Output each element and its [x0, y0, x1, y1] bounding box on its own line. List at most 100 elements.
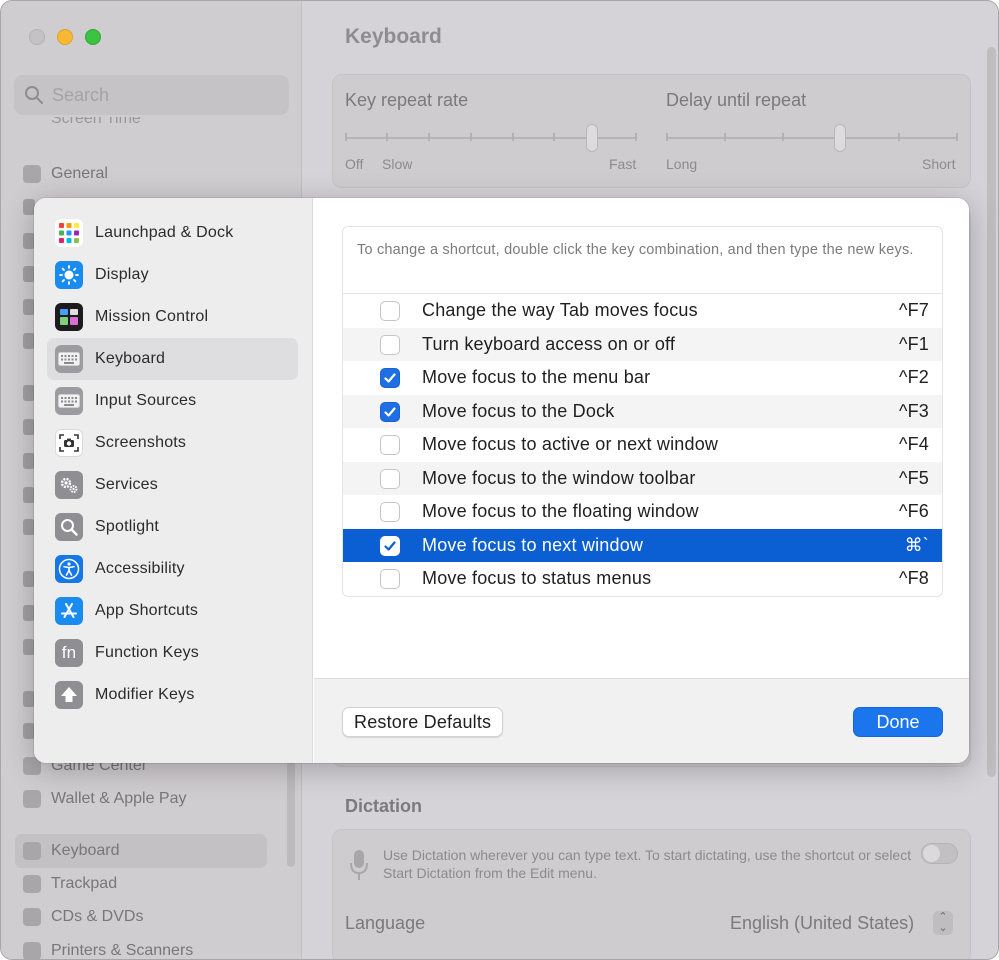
shortcut-checkbox[interactable]: [380, 536, 400, 556]
input-sources-icon: [55, 387, 83, 415]
shortcut-label: Turn keyboard access on or off: [422, 334, 675, 355]
shortcut-checkbox[interactable]: [380, 502, 400, 522]
shortcuts-item-modifier-keys[interactable]: Modifier Keys: [47, 674, 298, 716]
key-repeat-max-label: Fast: [609, 156, 636, 172]
shortcut-key-combination[interactable]: ^F1: [899, 334, 929, 355]
shortcut-label: Move focus to the Dock: [422, 401, 615, 422]
shortcut-row[interactable]: Turn keyboard access on or off ^F1: [343, 328, 943, 362]
shortcut-row[interactable]: Move focus to the window toolbar ^F5: [343, 462, 943, 496]
function-keys-icon: fn: [55, 639, 83, 667]
shortcuts-item-label: Modifier Keys: [95, 686, 195, 704]
shortcuts-table: To change a shortcut, double click the k…: [342, 226, 943, 597]
shortcut-key-combination[interactable]: ^F7: [899, 300, 929, 321]
app-shortcuts-icon: [55, 597, 83, 625]
sidebar-item-cds-dvds[interactable]: CDs & DVDs: [23, 902, 143, 932]
dictation-toggle[interactable]: [921, 843, 958, 864]
shortcut-checkbox[interactable]: [380, 368, 400, 388]
shortcut-row[interactable]: Change the way Tab moves focus ^F7: [343, 294, 943, 328]
shortcut-row[interactable]: Move focus to the Dock ^F3: [343, 395, 943, 429]
modifier-keys-icon: [55, 681, 83, 709]
language-value[interactable]: English (United States): [730, 913, 914, 934]
repeat-settings-card: Key repeat rate Delay until repeat Off S…: [332, 74, 971, 188]
zoom-window-button[interactable]: [85, 29, 101, 45]
shortcuts-item-app-shortcuts[interactable]: App Shortcuts: [47, 590, 298, 632]
delay-repeat-knob[interactable]: [834, 124, 846, 152]
shortcut-row[interactable]: Move focus to the floating window^F6: [343, 495, 943, 529]
language-stepper[interactable]: ⌃⌄: [933, 911, 953, 935]
shortcut-key-combination[interactable]: ^F4: [899, 434, 929, 455]
shortcuts-item-screenshots[interactable]: Screenshots: [47, 422, 298, 464]
delay-repeat-label: Delay until repeat: [666, 90, 806, 111]
key-repeat-min-label: Off: [345, 156, 363, 172]
shortcut-label: Move focus to next window: [422, 535, 643, 556]
shortcut-key-combination[interactable]: ^F6: [899, 501, 929, 522]
shortcuts-item-label: Accessibility: [95, 560, 185, 578]
sidebar-item-printers[interactable]: Printers & Scanners: [23, 936, 193, 960]
shortcuts-hint: To change a shortcut, double click the k…: [343, 227, 943, 294]
shortcuts-item-label: Spotlight: [95, 518, 159, 536]
shortcuts-item-keyboard[interactable]: Keyboard: [47, 338, 298, 380]
checkmark-icon: [383, 539, 397, 553]
search-icon: [24, 85, 44, 105]
shortcut-row[interactable]: Move focus to active or next window ^F4: [343, 428, 943, 462]
shortcut-checkbox[interactable]: [380, 569, 400, 589]
shortcut-label: Move focus to active or next window: [422, 434, 718, 455]
shortcut-label: Move focus to status menus: [422, 568, 651, 589]
shortcut-key-combination[interactable]: ^F8: [899, 568, 929, 589]
shortcut-key-combination[interactable]: ^F3: [899, 401, 929, 422]
key-repeat-slow-label: Slow: [382, 156, 412, 172]
shortcuts-item-function-keys[interactable]: fn Function Keys: [47, 632, 298, 674]
checkmark-icon: [383, 371, 397, 385]
sidebar-item-label: General: [51, 165, 108, 183]
shortcuts-item-display[interactable]: Display: [47, 254, 298, 296]
close-window-button[interactable]: [29, 29, 45, 45]
shortcuts-item-mission-control[interactable]: Mission Control: [47, 296, 298, 338]
wallet-icon: [23, 790, 41, 808]
keyboard-icon: [55, 345, 83, 373]
shortcut-key-combination[interactable]: ^F2: [899, 367, 929, 388]
shortcut-label: Move focus to the window toolbar: [422, 468, 696, 489]
shortcuts-item-label: Input Sources: [95, 392, 196, 410]
mission-control-icon: [55, 303, 83, 331]
done-button[interactable]: Done: [853, 707, 943, 737]
shortcut-label: Change the way Tab moves focus: [422, 300, 698, 321]
shortcut-row[interactable]: Move focus to status menus ^F8: [343, 562, 943, 596]
shortcut-key-combination[interactable]: ⌘`: [905, 535, 929, 556]
shortcuts-item-label: App Shortcuts: [95, 602, 198, 620]
trackpad-icon: [23, 875, 41, 893]
sidebar-item-keyboard[interactable]: Keyboard: [15, 834, 267, 868]
shortcuts-item-launchpad-dock[interactable]: Launchpad & Dock: [47, 212, 298, 254]
shortcuts-item-label: Screenshots: [95, 434, 186, 452]
key-repeat-knob[interactable]: [586, 124, 598, 152]
sidebar-item-wallet[interactable]: Wallet & Apple Pay: [23, 784, 186, 814]
shortcut-label: Move focus to the menu bar: [422, 367, 650, 388]
shortcuts-item-accessibility[interactable]: Accessibility: [47, 548, 298, 590]
shortcut-checkbox[interactable]: [380, 435, 400, 455]
shortcuts-item-services[interactable]: Services: [47, 464, 298, 506]
content-scrollbar[interactable]: [987, 47, 996, 777]
shortcuts-item-label: Display: [95, 266, 149, 284]
search-field[interactable]: Search: [14, 75, 289, 115]
page-title: Keyboard: [345, 25, 442, 49]
sidebar-item-general[interactable]: General: [23, 159, 108, 189]
shortcut-checkbox[interactable]: [380, 402, 400, 422]
launchpad-icon: [55, 219, 83, 247]
shortcut-checkbox[interactable]: [380, 469, 400, 489]
minimize-window-button[interactable]: [57, 29, 73, 45]
sidebar-scrollbar[interactable]: [287, 761, 295, 867]
shortcut-checkbox[interactable]: [380, 301, 400, 321]
services-icon: [55, 471, 83, 499]
dictation-section-title: Dictation: [345, 796, 422, 817]
restore-defaults-button[interactable]: Restore Defaults: [342, 707, 503, 737]
screenshots-icon: [55, 429, 83, 457]
shortcut-key-combination[interactable]: ^F5: [899, 468, 929, 489]
shortcuts-item-input-sources[interactable]: Input Sources: [47, 380, 298, 422]
shortcuts-item-spotlight[interactable]: Spotlight: [47, 506, 298, 548]
sidebar-item-trackpad[interactable]: Trackpad: [23, 869, 117, 899]
delay-repeat-max-label: Short: [922, 156, 955, 172]
shortcut-checkbox[interactable]: [380, 335, 400, 355]
shortcut-row[interactable]: Move focus to next window ⌘`: [343, 529, 943, 563]
disc-icon: [23, 908, 41, 926]
shortcut-row[interactable]: Move focus to the menu bar ^F2: [343, 361, 943, 395]
shortcuts-sidebar: Launchpad & Dock Display Mission Control…: [34, 198, 313, 763]
